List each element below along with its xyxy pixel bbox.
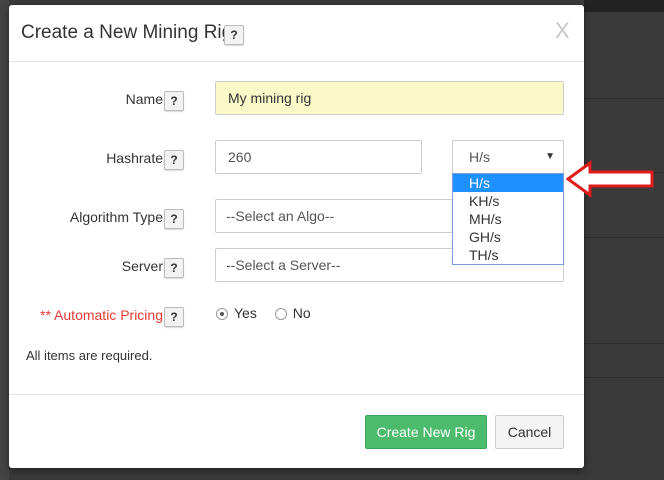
- required-note: All items are required.: [26, 348, 153, 363]
- hashrate-label: Hashrate: [106, 150, 163, 166]
- server-select-value: --Select a Server--: [226, 257, 341, 273]
- cancel-button[interactable]: Cancel: [495, 415, 564, 449]
- automatic-pricing-no-radio[interactable]: [274, 308, 287, 320]
- automatic-pricing-help-button[interactable]: ?: [164, 307, 184, 327]
- red-arrow-annotation-icon: [566, 160, 654, 198]
- unit-option-ths[interactable]: TH/s: [453, 246, 563, 264]
- title-help-button[interactable]: ?: [224, 25, 244, 45]
- algorithm-help-button[interactable]: ?: [164, 209, 184, 229]
- automatic-pricing-yes-label[interactable]: Yes: [234, 305, 257, 321]
- create-new-rig-button[interactable]: Create New Rig: [365, 415, 487, 449]
- backdrop-top-strip: [584, 0, 664, 12]
- automatic-pricing-no-label[interactable]: No: [293, 305, 311, 321]
- backdrop-divider: [584, 377, 664, 378]
- server-help-button[interactable]: ?: [164, 258, 184, 278]
- hashrate-input[interactable]: 260: [215, 140, 422, 174]
- hashrate-unit-dropdown: H/s KH/s MH/s GH/s TH/s: [452, 173, 564, 265]
- algorithm-select-value: --Select an Algo--: [226, 208, 335, 224]
- backdrop-divider: [584, 98, 664, 99]
- name-label: Name: [125, 91, 163, 107]
- backdrop-divider: [584, 237, 664, 238]
- unit-option-hs[interactable]: H/s: [453, 174, 563, 192]
- caret-down-icon: ▼: [545, 151, 555, 162]
- hashrate-unit-value: H/s: [469, 149, 490, 165]
- automatic-pricing-yes-radio[interactable]: [216, 308, 228, 320]
- name-input[interactable]: My mining rig: [215, 81, 564, 115]
- unit-option-ghs[interactable]: GH/s: [453, 228, 563, 246]
- modal-header: Create a New Mining Rig ? X: [9, 5, 584, 62]
- close-icon[interactable]: X: [555, 18, 570, 44]
- server-label: Server: [121, 258, 163, 274]
- modal-footer-divider: [9, 394, 584, 395]
- unit-option-khs[interactable]: KH/s: [453, 192, 563, 210]
- hashrate-unit-select[interactable]: H/s ▼: [452, 140, 564, 174]
- modal-title: Create a New Mining Rig: [21, 22, 233, 43]
- backdrop-divider: [584, 343, 664, 344]
- backdrop-left-edge: [0, 0, 9, 480]
- automatic-pricing-radio-group: Yes No: [216, 305, 325, 321]
- unit-option-mhs[interactable]: MH/s: [453, 210, 563, 228]
- hashrate-help-button[interactable]: ?: [164, 150, 184, 170]
- algorithm-label: Algorithm Type: [69, 209, 163, 225]
- name-help-button[interactable]: ?: [164, 91, 184, 111]
- automatic-pricing-label: ** Automatic Pricing: [40, 307, 163, 323]
